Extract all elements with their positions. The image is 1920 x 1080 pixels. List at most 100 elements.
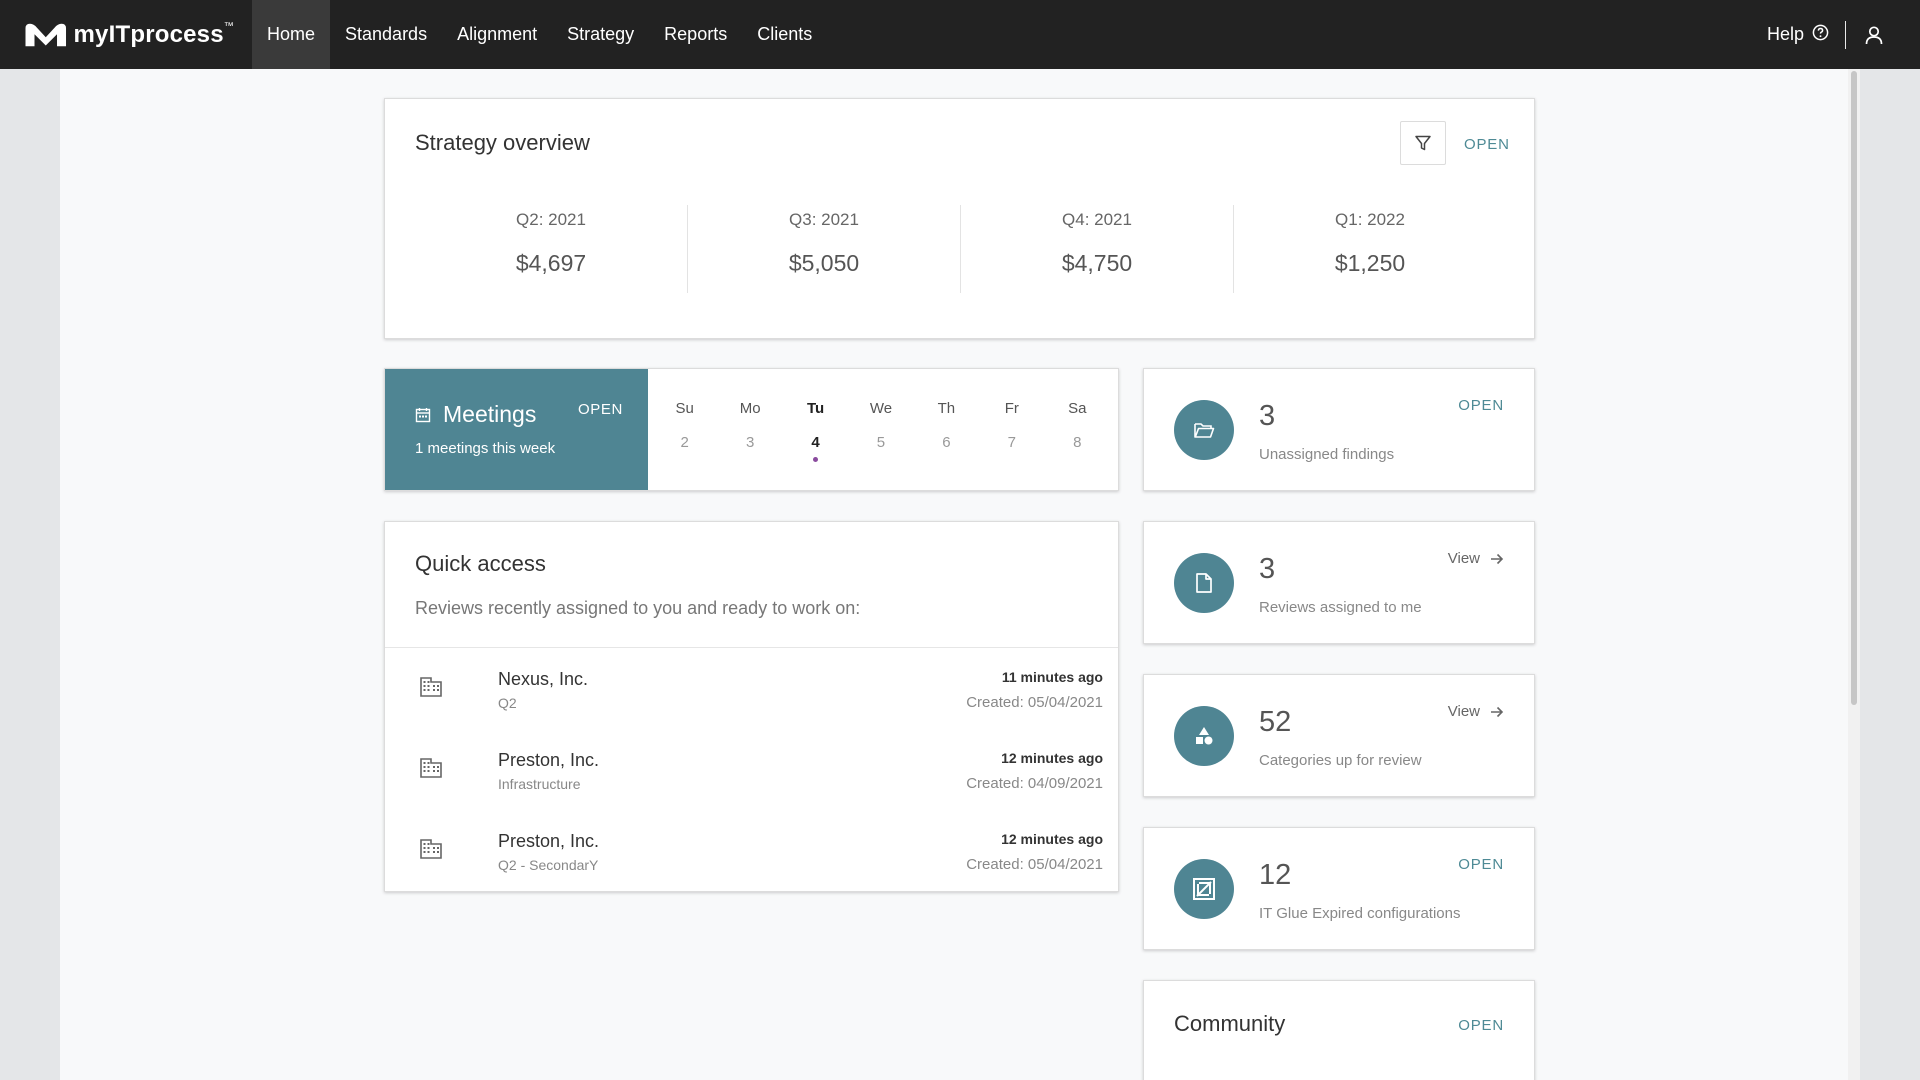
- meetings-title: Meetings: [415, 401, 536, 428]
- quarter-label: Q3: 2021: [789, 210, 859, 229]
- quick-access-card: Quick access Reviews recently assigned t…: [384, 521, 1119, 892]
- quick-access-subtitle: Reviews recently assigned to you and rea…: [415, 598, 861, 618]
- nav-item-strategy[interactable]: Strategy: [552, 0, 649, 69]
- review-list-item[interactable]: Preston, Inc. Infrastructure 12 minutes …: [385, 729, 1118, 810]
- strategy-open-link[interactable]: OPEN: [1464, 136, 1510, 153]
- day-saturday[interactable]: Sa 8: [1045, 369, 1110, 490]
- help-label: Help: [1766, 24, 1804, 44]
- it-glue-expired-card: 12 IT Glue Expired configurations OPEN: [1143, 827, 1535, 950]
- itglue-label: IT Glue Expired configurations: [1259, 905, 1461, 922]
- created-date: Created: 05/04/2021: [966, 694, 1103, 711]
- assigned-time: 12 minutes ago: [1001, 750, 1103, 766]
- main-nav: Home Standards Alignment Strategy Report…: [252, 0, 827, 69]
- quarter-value: $4,697: [515, 250, 587, 276]
- scrollbar-thumb[interactable]: [1851, 71, 1857, 705]
- quarter-item[interactable]: Q2: 2021 $4,697: [415, 205, 687, 293]
- day-tuesday[interactable]: Tu 4: [783, 369, 848, 490]
- day-thursday[interactable]: Th 6: [914, 369, 979, 490]
- folder-open-icon: [1174, 400, 1234, 460]
- day-number: 2: [680, 434, 689, 451]
- assigned-time: 12 minutes ago: [1001, 831, 1103, 847]
- building-icon: [419, 836, 443, 865]
- review-name: Q2: [498, 695, 517, 711]
- quarter-item[interactable]: Q1: 2022 $1,250: [1233, 205, 1506, 293]
- day-number: 5: [876, 434, 886, 451]
- day-wednesday[interactable]: We 5: [848, 369, 913, 490]
- created-date: Created: 04/09/2021: [966, 775, 1103, 792]
- day-name: Fr: [1004, 400, 1019, 417]
- logo-m-icon: [25, 23, 67, 46]
- topbar-divider: [1845, 20, 1846, 49]
- day-number: 7: [1007, 434, 1016, 451]
- meetings-open-link[interactable]: OPEN: [578, 401, 623, 418]
- nav-item-reports[interactable]: Reports: [649, 0, 742, 69]
- quick-access-title: Quick access: [415, 551, 546, 576]
- nav-item-alignment[interactable]: Alignment: [442, 0, 552, 69]
- day-name: Su: [675, 400, 694, 417]
- strategy-overview-card: Strategy overview OPEN Q2: 2021 $4,697 Q…: [384, 98, 1535, 339]
- categories-view-link[interactable]: View: [1448, 703, 1504, 720]
- document-icon: [1174, 553, 1234, 613]
- day-name: Tu: [806, 400, 825, 417]
- day-number: 3: [745, 434, 755, 451]
- meetings-count-text: 1 meetings this week: [415, 440, 556, 457]
- arrow-right-icon: [1490, 706, 1504, 718]
- findings-label: Unassigned findings: [1259, 446, 1395, 463]
- logo-text: myITprocess™: [73, 20, 234, 48]
- meetings-title-text: Meetings: [443, 401, 537, 427]
- quarter-summary: Q2: 2021 $4,697 Q3: 2021 $5,050 Q4: 2021…: [415, 205, 1506, 293]
- day-number: 4: [811, 434, 820, 451]
- view-link-label: View: [1447, 550, 1480, 567]
- itglue-open-link[interactable]: OPEN: [1458, 856, 1504, 873]
- client-name: Preston, Inc.: [498, 750, 600, 770]
- findings-open-link[interactable]: OPEN: [1458, 397, 1504, 414]
- app-logo[interactable]: myITprocess™: [24, 18, 234, 52]
- community-open-link[interactable]: OPEN: [1458, 1017, 1504, 1034]
- strategy-title: Strategy overview: [415, 130, 590, 155]
- review-name: Q2 - SecondarY: [498, 857, 599, 873]
- nav-item-standards[interactable]: Standards: [330, 0, 442, 69]
- it-glue-icon: [1174, 859, 1234, 919]
- day-monday[interactable]: Mo 3: [717, 369, 782, 490]
- meetings-summary-panel: Meetings OPEN 1 meetings this week: [385, 369, 648, 490]
- calendar-icon: [415, 407, 431, 423]
- day-name: Sa: [1068, 400, 1087, 417]
- quarter-label: Q2: 2021: [516, 210, 586, 229]
- assigned-time: 11 minutes ago: [1001, 669, 1103, 685]
- reviews-count: 3: [1259, 553, 1276, 585]
- day-number: 8: [1073, 434, 1082, 451]
- meetings-card: Meetings OPEN 1 meetings this week Su 2 M…: [384, 368, 1119, 491]
- reviews-assigned-card: 3 Reviews assigned to me View: [1143, 521, 1535, 644]
- help-button[interactable]: Help: [1767, 24, 1829, 46]
- review-name: Infrastructure: [498, 776, 581, 792]
- nav-item-clients[interactable]: Clients: [742, 0, 827, 69]
- day-number: 6: [942, 434, 951, 451]
- quarter-label: Q4: 2021: [1062, 210, 1132, 229]
- quarter-value: $4,750: [1061, 250, 1133, 276]
- quarter-item[interactable]: Q3: 2021 $5,050: [687, 205, 960, 293]
- meeting-indicator-dot: [813, 457, 819, 462]
- quarter-value: $1,250: [1334, 250, 1406, 276]
- filter-button[interactable]: [1400, 121, 1446, 165]
- quarter-item[interactable]: Q4: 2021 $4,750: [960, 205, 1233, 293]
- day-friday[interactable]: Fr 7: [979, 369, 1044, 490]
- categories-review-card: 52 Categories up for review View: [1143, 674, 1535, 797]
- nav-item-home[interactable]: Home: [252, 0, 331, 69]
- reviews-view-link[interactable]: View: [1448, 550, 1504, 567]
- topbar-actions: Help: [1767, 0, 1884, 69]
- community-title: Community: [1174, 1011, 1286, 1036]
- categories-label: Categories up for review: [1259, 752, 1422, 769]
- review-list-item[interactable]: Preston, Inc. Q2 - SecondarY 12 minutes …: [385, 810, 1118, 891]
- top-navigation-bar: myITprocess™ Home Standards Alignment St…: [0, 0, 1920, 69]
- user-profile-icon[interactable]: [1864, 25, 1884, 45]
- week-strip: Su 2 Mo 3 Tu 4 We 5 Th 6 Fr 7 Sa 8: [648, 369, 1118, 490]
- filter-funnel-icon: [1415, 135, 1431, 151]
- building-icon: [419, 674, 443, 703]
- review-list: Nexus, Inc. Q2 11 minutes ago Created: 0…: [385, 648, 1118, 891]
- page-scrollbar[interactable]: [1848, 69, 1860, 1080]
- day-sunday[interactable]: Su 2: [652, 369, 717, 490]
- community-card: Community OPEN: [1143, 980, 1535, 1080]
- quarter-value: $5,050: [788, 250, 860, 276]
- review-list-item[interactable]: Nexus, Inc. Q2 11 minutes ago Created: 0…: [385, 648, 1118, 729]
- findings-count: 3: [1259, 400, 1276, 432]
